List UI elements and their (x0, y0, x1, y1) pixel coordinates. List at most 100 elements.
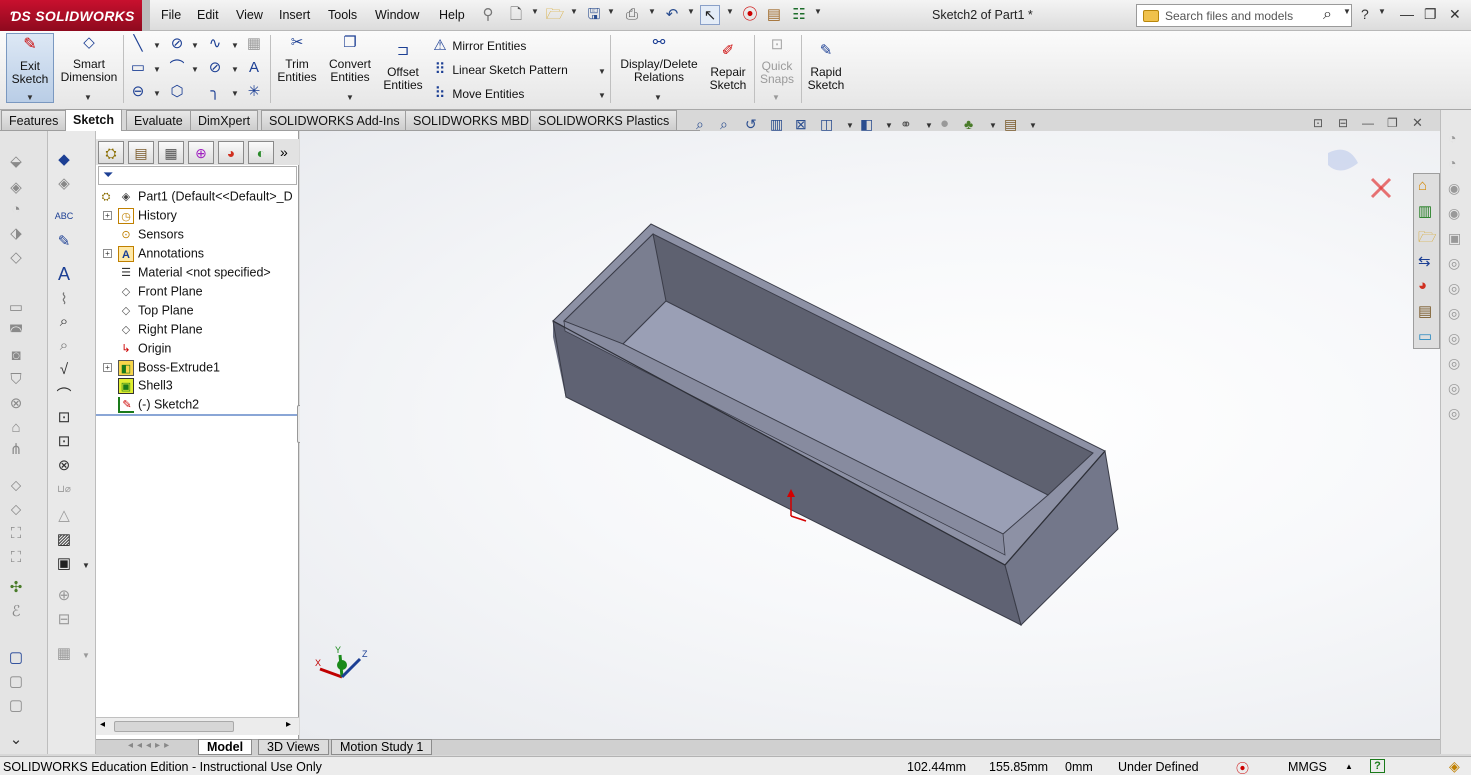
shell-icon[interactable]: ⊗ (6, 394, 26, 414)
exit-sketch-dropdown-icon[interactable]: ▼ (26, 93, 34, 102)
search-icon[interactable]: ⌕ (1323, 6, 1332, 24)
tab-3d-views[interactable]: 3D Views (258, 739, 329, 755)
view-orient-icon[interactable]: ▢ (6, 672, 26, 692)
resources-home-icon[interactable]: ⌂ (1418, 177, 1427, 194)
open-dropdown-icon[interactable]: ▼ (570, 7, 578, 16)
print-dropdown-icon[interactable]: ▼ (648, 7, 656, 16)
center-mark-icon[interactable]: ⊕ (54, 586, 74, 606)
undo-icon[interactable]: ↶ (662, 5, 682, 25)
feature-tree-horizontal-scrollbar[interactable]: ◂ ▸ (96, 717, 299, 735)
model-viewport[interactable] (300, 131, 1440, 739)
rectangle-dropdown-icon[interactable]: ▼ (153, 65, 161, 74)
tree-item-annotations[interactable]: A Annotations (118, 246, 204, 262)
display-style-icon[interactable]: ◧ (860, 116, 873, 133)
linear-pattern-feature-icon[interactable]: ⬦ (6, 476, 26, 496)
slot-icon[interactable]: ⊖ (129, 83, 147, 101)
expand-annotations-icon[interactable]: + (103, 249, 112, 258)
auto-balloon-icon[interactable]: ⌕ (54, 336, 74, 356)
viewport-close-icon[interactable]: ✕ (1412, 115, 1423, 131)
revolved-cut-icon[interactable]: ▭ (6, 298, 26, 318)
taskpane-tool-icon[interactable]: ◎ (1448, 380, 1460, 397)
convert-entities-dropdown-icon[interactable]: ▼ (346, 93, 354, 102)
configuration-manager-tab-icon[interactable]: ▦ (158, 141, 184, 164)
datum-feature-icon[interactable]: ⊡ (54, 432, 74, 452)
rebuild-status-icon[interactable]: ⦿ (1236, 758, 1249, 775)
wrap-icon[interactable]: ⋔ (6, 440, 26, 460)
taskpane-tool-icon[interactable]: ◎ (1448, 355, 1460, 372)
menu-window[interactable]: Window (375, 8, 419, 22)
units-dropdown-icon[interactable]: ▲ (1345, 762, 1353, 771)
forum-icon[interactable]: ▭ (1418, 327, 1432, 345)
rebuild-traffic-light-icon[interactable]: ⦿ (740, 5, 760, 25)
chamfer-icon[interactable]: ◙ (6, 346, 26, 366)
instant3d-icon[interactable]: ✣ (6, 578, 26, 598)
circle-dropdown-icon[interactable]: ▼ (191, 41, 199, 50)
tree-item-front-plane[interactable]: ◇ Front Plane (118, 284, 203, 300)
file-explorer-icon[interactable]: 🗁 (1418, 227, 1437, 252)
scroll-left-icon[interactable]: ◂ (100, 719, 105, 730)
menu-file[interactable]: File (161, 8, 181, 22)
view-cube-icon[interactable]: ▢ (6, 648, 26, 668)
balloon-icon[interactable]: ⌇ (54, 290, 74, 310)
curve-tool-icon[interactable]: ℰ (6, 602, 26, 622)
linear-sketch-pattern-button[interactable]: ⠿ Linear Sketch Pattern (431, 61, 568, 79)
search-dropdown-icon[interactable]: ▼ (1343, 7, 1351, 16)
undo-dropdown-icon[interactable]: ▼ (687, 7, 695, 16)
revision-symbol-icon[interactable]: △ (54, 506, 74, 526)
plastics-manager-tab-icon[interactable]: ◐ (248, 141, 274, 164)
scroll-thumb[interactable] (114, 721, 234, 732)
viewport-minimize-icon[interactable]: — (1362, 116, 1374, 130)
select-dropdown-icon[interactable]: ▼ (726, 7, 734, 16)
zoom-to-fit-icon[interactable]: ⌕ (696, 116, 704, 133)
arc-dropdown-icon[interactable]: ▼ (191, 65, 199, 74)
section-view-icon[interactable]: ▢ (6, 696, 26, 716)
quick-snaps-dropdown-icon[interactable]: ▼ (772, 93, 780, 102)
polygon-icon[interactable]: ⬡ (168, 83, 186, 101)
surface-finish-icon[interactable]: √ (54, 360, 74, 380)
open-folder-icon[interactable]: 🗁 (545, 5, 565, 25)
block-icon[interactable]: ▣ (54, 554, 74, 574)
tab-mbd[interactable]: SOLIDWORKS MBD (405, 110, 537, 130)
ellipse-icon[interactable]: ⊘ (206, 59, 224, 77)
view-settings-icon[interactable]: ▤ (1004, 116, 1017, 133)
datum-target-icon[interactable]: ⊗ (54, 456, 74, 476)
expand-boss-extrude-icon[interactable]: + (103, 363, 112, 372)
design-library-icon[interactable]: ▥ (1418, 202, 1432, 220)
help-question-icon[interactable]: ? (1361, 6, 1369, 22)
slot-dropdown-icon[interactable]: ▼ (153, 89, 161, 98)
ellipse-dropdown-icon[interactable]: ▼ (231, 65, 239, 74)
tree-item-shell3[interactable]: ▣ Shell3 (118, 378, 173, 394)
grid-icon[interactable]: ▦ (245, 35, 263, 53)
taskpane-tool-icon[interactable]: ◎ (1448, 405, 1460, 422)
tab-motion-study-1[interactable]: Motion Study 1 (331, 739, 433, 755)
save-icon[interactable]: 🖫 (584, 5, 604, 25)
hole-callout-icon[interactable]: ⊔⌀ (54, 480, 74, 500)
draft-icon[interactable]: ⌂ (6, 418, 26, 438)
print-icon[interactable]: ⎙ (622, 5, 642, 25)
revolved-boss-icon[interactable]: ◈ (6, 178, 26, 198)
table-icon[interactable]: ▦ (54, 644, 74, 664)
taskpane-tool-icon[interactable]: ◎ (1448, 280, 1460, 297)
menu-view[interactable]: View (236, 8, 263, 22)
close-icon[interactable]: ✕ (1449, 6, 1461, 23)
viewport-restore-icon[interactable]: ❐ (1387, 116, 1398, 130)
app-logo[interactable]: ƊS SOLIDWORKS (0, 0, 142, 31)
expand-toolbar-icon[interactable]: ⌄ (6, 730, 26, 750)
menu-insert[interactable]: Insert (279, 8, 310, 22)
view-triad[interactable] (319, 654, 362, 679)
swept-boss-icon[interactable]: ◔ (6, 200, 26, 220)
apply-scene-icon[interactable]: ♣ (964, 116, 973, 132)
edit-appearance-icon[interactable]: ● (940, 115, 949, 132)
options-icon[interactable]: ☷ (789, 5, 809, 25)
confirmation-corner[interactable] (1328, 149, 1392, 199)
tab-scroll-arrows-icon[interactable]: ◂◂◂▸▸ (128, 740, 173, 751)
tab-dimxpert[interactable]: DimXpert (190, 110, 259, 130)
appearances-icon[interactable]: ◕ (1418, 277, 1427, 294)
tree-item-sensors[interactable]: ⊙ Sensors (118, 227, 183, 243)
scroll-right-icon[interactable]: ▸ (286, 719, 291, 730)
tree-root-part[interactable]: ⛭ ◈ Part1 (Default<<Default>_D (98, 189, 293, 205)
minimize-icon[interactable]: — (1400, 6, 1414, 22)
area-hatch-icon[interactable]: ▨ (54, 530, 74, 550)
zoom-annotation-icon[interactable]: ⌕ (54, 312, 74, 332)
save-dropdown-icon[interactable]: ▼ (607, 7, 615, 16)
